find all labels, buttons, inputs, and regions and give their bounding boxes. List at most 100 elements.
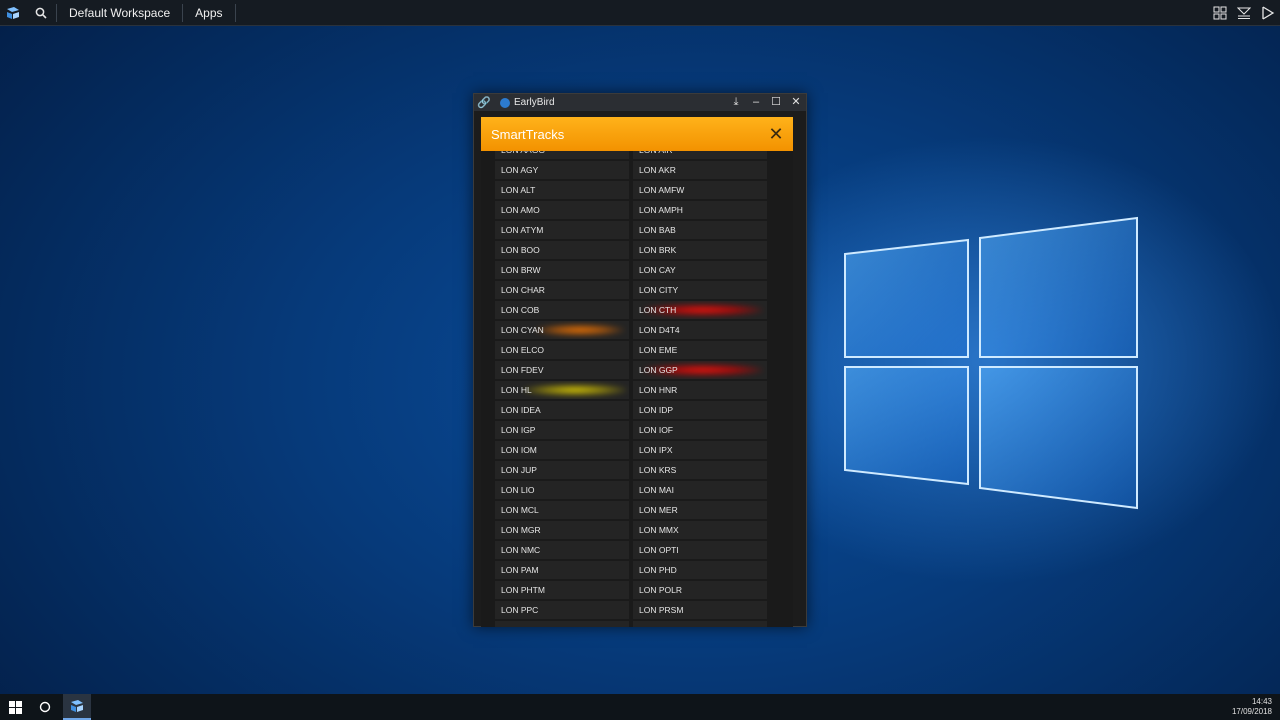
divider bbox=[234, 3, 236, 22]
track-item[interactable]: LON BOO bbox=[495, 241, 629, 259]
track-item[interactable]: LON IOM bbox=[495, 441, 629, 459]
grid-layout-icon[interactable] bbox=[1208, 0, 1232, 26]
track-item[interactable]: LON HNR bbox=[633, 381, 767, 399]
cortana-search-icon[interactable] bbox=[30, 694, 60, 720]
track-item[interactable]: LON NMC bbox=[495, 541, 629, 559]
track-item-label: LON OPTI bbox=[639, 545, 679, 555]
track-item-label: LON D4T4 bbox=[639, 325, 680, 335]
track-item[interactable]: LON IDP bbox=[633, 401, 767, 419]
track-item[interactable]: LON ELCO bbox=[495, 341, 629, 359]
track-item[interactable]: LON BRK bbox=[633, 241, 767, 259]
taskbar-app-icon[interactable] bbox=[63, 694, 91, 720]
sign-out-icon[interactable] bbox=[1256, 0, 1280, 26]
track-item[interactable]: LON JUP bbox=[495, 461, 629, 479]
track-item[interactable]: LON IPX bbox=[633, 441, 767, 459]
track-item[interactable]: LON AIR bbox=[633, 151, 767, 159]
track-item[interactable]: LON AAGG bbox=[495, 151, 629, 159]
track-item-label: LON QXT bbox=[639, 625, 676, 627]
track-item-label: LON CITY bbox=[639, 285, 679, 295]
track-item[interactable]: LON IDEA bbox=[495, 401, 629, 419]
window-titlebar[interactable]: 🔗 EarlyBird ⤓ – ☐ ✕ bbox=[474, 94, 806, 111]
track-item-label: LON HNR bbox=[639, 385, 678, 395]
track-item[interactable]: LON D4T4 bbox=[633, 321, 767, 339]
apps-menu[interactable]: Apps bbox=[183, 0, 234, 26]
track-item[interactable]: LON CHAR bbox=[495, 281, 629, 299]
track-item-label: LON KRS bbox=[639, 465, 677, 475]
track-item-label: LON MER bbox=[639, 505, 678, 515]
app-logo-icon[interactable] bbox=[0, 0, 26, 26]
link-icon[interactable]: 🔗 bbox=[474, 96, 494, 109]
track-item-label: LON PPC bbox=[501, 605, 539, 615]
search-icon[interactable] bbox=[26, 0, 56, 26]
track-item[interactable]: LON IGP bbox=[495, 421, 629, 439]
track-item[interactable]: LON ALT bbox=[495, 181, 629, 199]
track-item-label: LON HL bbox=[501, 385, 532, 395]
track-item[interactable]: LON OPTI bbox=[633, 541, 767, 559]
track-item-label: LON AMO bbox=[501, 205, 540, 215]
track-item-label: LON PHTM bbox=[501, 585, 545, 595]
track-item[interactable]: LON MMX bbox=[633, 521, 767, 539]
track-item[interactable]: LON POLR bbox=[633, 581, 767, 599]
track-item[interactable]: LON MCL bbox=[495, 501, 629, 519]
track-item[interactable]: LON IOF bbox=[633, 421, 767, 439]
smarttracks-list[interactable]: LON AAGG LON AIR LON AGY LON AKR LON ALT LON … bbox=[481, 151, 793, 627]
track-item[interactable]: LON CITY bbox=[633, 281, 767, 299]
track-item[interactable]: LON PTRO bbox=[495, 621, 629, 627]
windows-start-icon[interactable] bbox=[0, 694, 30, 720]
track-item[interactable]: LON BAB bbox=[633, 221, 767, 239]
track-item[interactable]: LON PRSM bbox=[633, 601, 767, 619]
track-item[interactable]: LON PPC bbox=[495, 601, 629, 619]
track-item[interactable]: LON PHD bbox=[633, 561, 767, 579]
track-item[interactable]: LON AGY bbox=[495, 161, 629, 179]
track-item-label: LON IDP bbox=[639, 405, 674, 415]
track-item[interactable]: LON BRW bbox=[495, 261, 629, 279]
clock-time: 14:43 bbox=[1251, 697, 1272, 706]
track-item-label: LON MMX bbox=[639, 525, 679, 535]
earlybird-window: 🔗 EarlyBird ⤓ – ☐ ✕ SmartTracks ✕ LON AA… bbox=[473, 93, 807, 627]
track-item[interactable]: LON AMFW bbox=[633, 181, 767, 199]
track-item[interactable]: LON AMPH bbox=[633, 201, 767, 219]
track-item[interactable]: LON MGR bbox=[495, 521, 629, 539]
dock-icon[interactable]: ⤓ bbox=[726, 94, 746, 111]
track-item[interactable]: LON GGP bbox=[633, 361, 767, 379]
track-item[interactable]: LON FDEV bbox=[495, 361, 629, 379]
track-item[interactable]: LON HL bbox=[495, 381, 629, 399]
clock-date: 17/09/2018 bbox=[1231, 707, 1272, 716]
track-item[interactable]: LON EME bbox=[633, 341, 767, 359]
close-window-button[interactable]: ✕ bbox=[786, 94, 806, 111]
track-item[interactable]: LON MAI bbox=[633, 481, 767, 499]
track-item[interactable]: LON AKR bbox=[633, 161, 767, 179]
track-item[interactable]: LON CAY bbox=[633, 261, 767, 279]
track-item-label: LON COB bbox=[501, 305, 540, 315]
track-item[interactable]: LON QXT bbox=[633, 621, 767, 627]
system-clock[interactable]: 14:43 17/09/2018 bbox=[1232, 697, 1280, 717]
track-item[interactable]: LON LIO bbox=[495, 481, 629, 499]
panel-title: SmartTracks bbox=[491, 126, 565, 142]
track-item-label: LON AIR bbox=[639, 151, 673, 155]
track-item-label: LON IOM bbox=[501, 445, 537, 455]
track-item-label: LON NMC bbox=[501, 545, 541, 555]
workspace-selector[interactable]: Default Workspace bbox=[57, 0, 182, 26]
track-item[interactable]: LON COB bbox=[495, 301, 629, 319]
track-item[interactable]: LON KRS bbox=[633, 461, 767, 479]
close-panel-button[interactable]: ✕ bbox=[759, 117, 793, 151]
track-item[interactable]: LON MER bbox=[633, 501, 767, 519]
track-item[interactable]: LON CYAN bbox=[495, 321, 629, 339]
smarttracks-header: SmartTracks ✕ bbox=[481, 117, 793, 151]
track-item-label: LON MAI bbox=[639, 485, 674, 495]
track-item-label: LON ATYM bbox=[501, 225, 544, 235]
track-item[interactable]: LON PHTM bbox=[495, 581, 629, 599]
track-item-label: LON PHD bbox=[639, 565, 677, 575]
track-item-label: LON BRW bbox=[501, 265, 541, 275]
track-item-label: LON LIO bbox=[501, 485, 535, 495]
track-item[interactable]: LON PAM bbox=[495, 561, 629, 579]
track-item[interactable]: LON CTH bbox=[633, 301, 767, 319]
track-item-label: LON ALT bbox=[501, 185, 536, 195]
maximize-button[interactable]: ☐ bbox=[766, 94, 786, 111]
track-item-label: LON JUP bbox=[501, 465, 537, 475]
track-item[interactable]: LON AMO bbox=[495, 201, 629, 219]
minimize-button[interactable]: – bbox=[746, 94, 766, 111]
track-item[interactable]: LON ATYM bbox=[495, 221, 629, 239]
track-item-label: LON POLR bbox=[639, 585, 682, 595]
download-icon[interactable] bbox=[1232, 0, 1256, 26]
